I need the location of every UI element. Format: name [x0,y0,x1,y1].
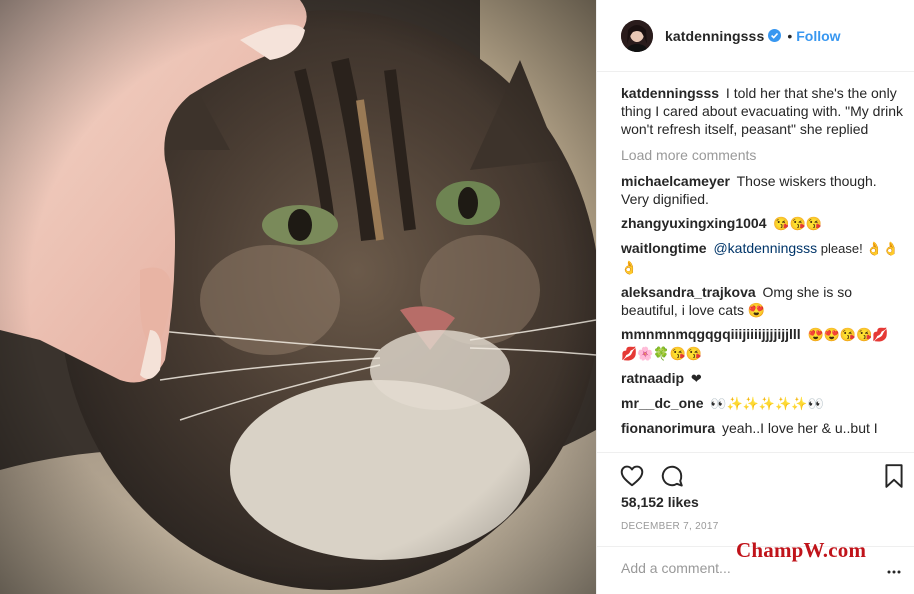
comment-item: michaelcameyer Those wiskers though. Ver… [621,172,903,208]
comment-text: 👀✨✨✨✨✨👀 [710,396,824,411]
heart-icon[interactable] [619,463,645,489]
comment-item: mr__dc_one 👀✨✨✨✨✨👀 [621,394,903,413]
comment-icon[interactable] [659,463,685,489]
comment-item: mmnmnmqgqgqiiijiiiijjjjijjlll 😍😍😘😘💋💋🌸🍀😘😘 [621,325,903,363]
comment-username[interactable]: fionanorimura [621,420,715,436]
load-more-comments-button[interactable]: Load more comments [621,146,903,164]
site-watermark: ChampW.com [736,538,867,562]
comment-item: waitlongtime @katdenningsss please! 👌👌👌 [621,239,903,277]
separator-dot: • [787,27,793,44]
cat-photo-image [0,0,596,594]
comment-text: ❤ [690,371,702,386]
post-side-panel: katdenningsss • Follow katdenningsss I t… [596,0,914,594]
post-header: katdenningsss • Follow [597,0,914,72]
comment-item: zhangyuxingxing1004 😘😘😘 [621,214,903,233]
comment-username[interactable]: zhangyuxingxing1004 [621,215,766,231]
follow-button[interactable]: Follow [796,28,840,44]
post-action-bar [597,452,914,496]
comment-username[interactable]: ratnaadip [621,370,684,386]
avatar[interactable] [621,19,653,52]
comment-username[interactable]: waitlongtime [621,240,707,256]
likes-count[interactable]: 58,152 likes [621,494,699,510]
comment-mention-link[interactable]: @katdenningsss [713,240,817,256]
post-author-username[interactable]: katdenningsss [665,28,764,44]
comment-item: fionanorimura yeah..I love her & u..but … [621,419,903,437]
comment-username[interactable]: michaelcameyer [621,173,730,189]
bookmark-icon[interactable] [883,463,909,489]
post-caption: katdenningsss I told her that she's the … [621,84,903,138]
post-photo[interactable] [0,0,596,594]
comment-item: aleksandra_trajkova Omg she is so beauti… [621,283,903,319]
comment-username[interactable]: aleksandra_trajkova [621,284,756,300]
verified-badge-icon [768,29,782,42]
comment-text: 😘😘😘 [773,216,822,231]
comments-list: katdenningsss I told her that she's the … [621,84,903,448]
post-date[interactable]: December 7, 2017 [621,521,719,532]
comment-item: ratnaadip ❤ [621,369,903,388]
comment-username[interactable]: mr__dc_one [621,395,703,411]
caption-username[interactable]: katdenningsss [621,85,719,101]
comment-username[interactable]: mmnmnmqgqgqiiijiiiijjjjijjlll [621,326,801,342]
comment-text: yeah..I love her & u..but I [722,420,878,436]
ellipsis-icon[interactable] [887,565,901,579]
